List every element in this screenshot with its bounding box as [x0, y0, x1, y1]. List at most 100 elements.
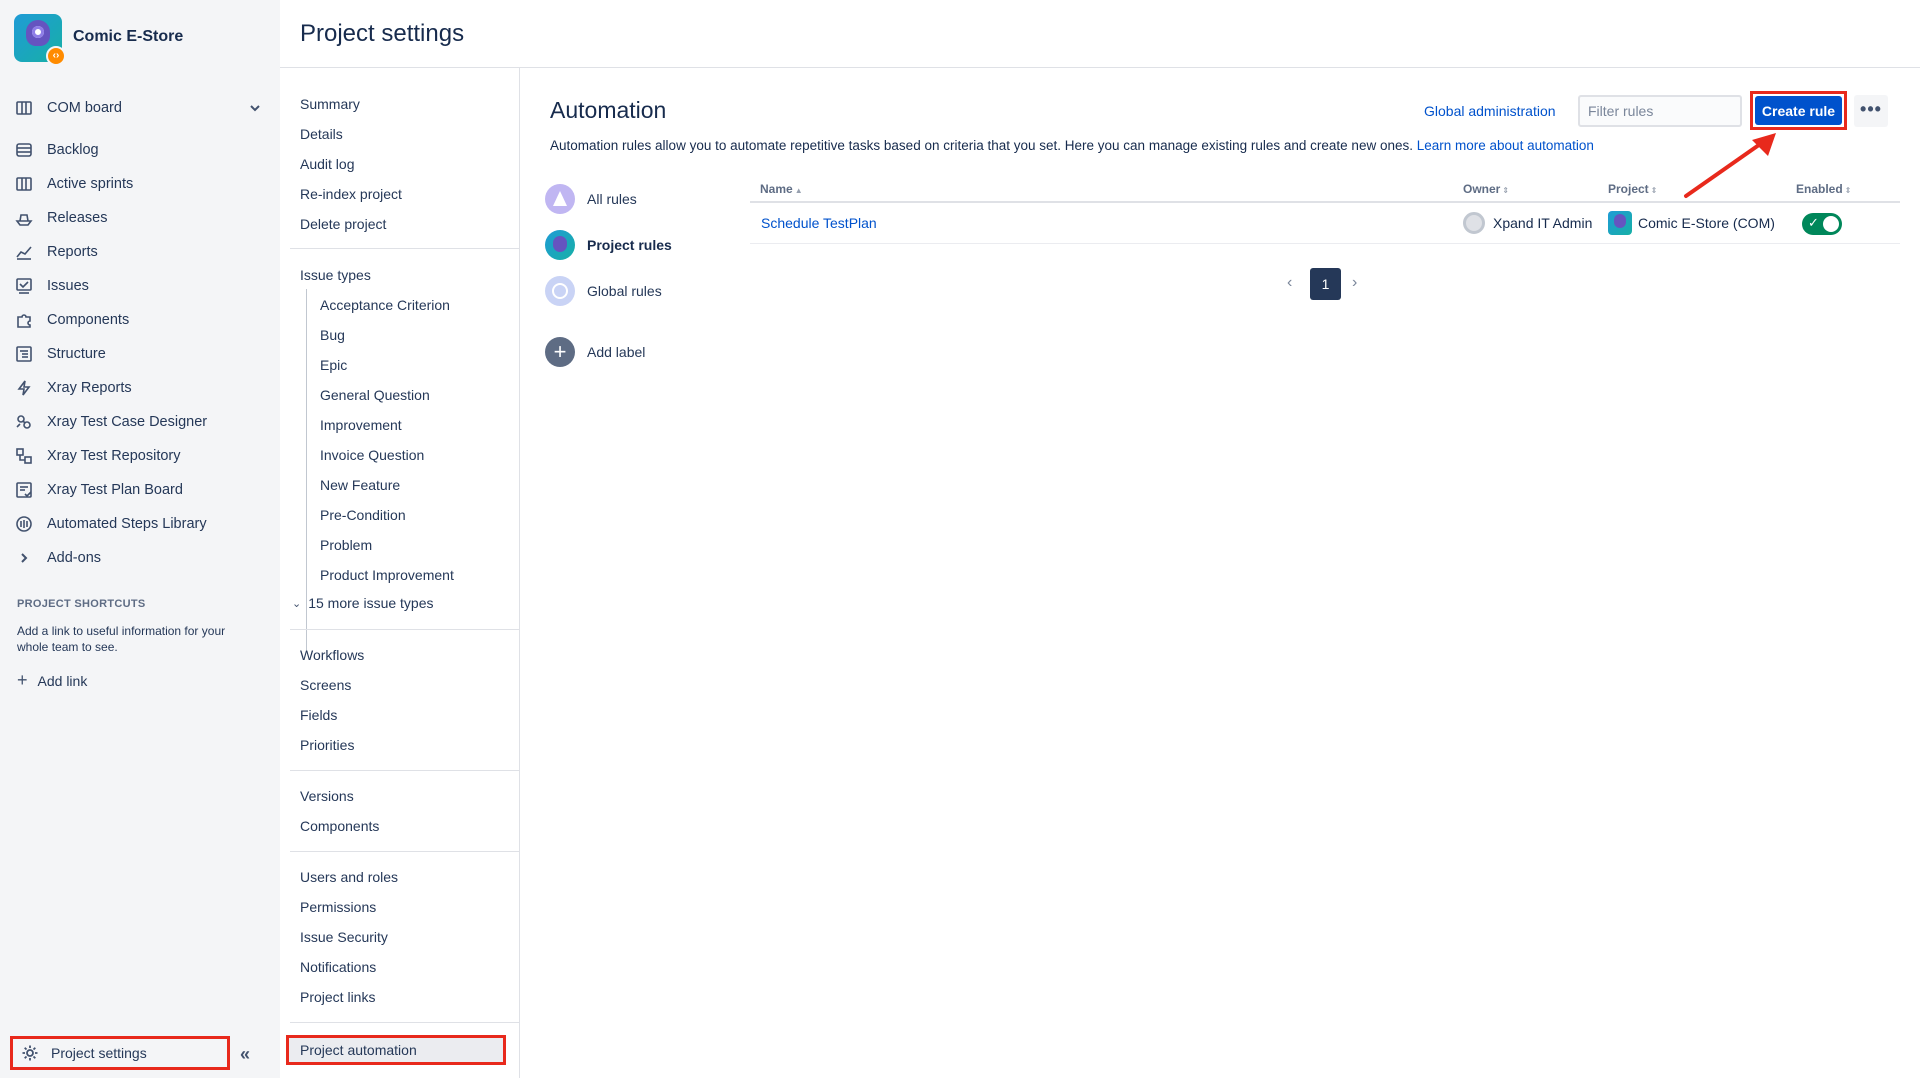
sidebar-item-xray-test-case-designer[interactable]: Xray Test Case Designer — [14, 408, 207, 436]
nav-issue-type[interactable]: Bug — [320, 325, 345, 345]
table-row-divider — [750, 243, 1900, 244]
project-settings-label: Project settings — [51, 1045, 147, 1061]
chart-icon — [14, 242, 34, 262]
nav-screens[interactable]: Screens — [300, 675, 351, 695]
sidebar-item-board[interactable]: COM board — [14, 94, 122, 122]
nav-issue-type[interactable]: Product Improvement — [320, 565, 454, 585]
nav-versions[interactable]: Versions — [300, 786, 354, 806]
nav-delete-project[interactable]: Delete project — [300, 214, 386, 234]
add-link-button[interactable]: + Add link — [17, 670, 87, 691]
sort-icon: ⇕ — [1650, 186, 1658, 195]
nav-notifications[interactable]: Notifications — [300, 957, 376, 977]
column-header-project[interactable]: Project ⇕ — [1608, 182, 1657, 196]
nav-users-and-roles[interactable]: Users and roles — [300, 867, 398, 887]
sidebar-item-issues[interactable]: Issues — [14, 272, 89, 300]
column-header-enabled[interactable]: Enabled ⇕ — [1796, 182, 1851, 196]
sidebar-item-backlog[interactable]: Backlog — [14, 136, 99, 164]
prev-page-icon[interactable]: ‹ — [1287, 274, 1292, 292]
nav-issue-type[interactable]: Epic — [320, 355, 347, 375]
nav-permissions[interactable]: Permissions — [300, 897, 376, 917]
board-icon — [14, 174, 34, 194]
automation-description-text: Automation rules allow you to automate r… — [550, 138, 1413, 153]
rule-nav-global-rules[interactable]: Global rules — [545, 275, 662, 307]
rule-project: Comic E-Store (COM) — [1608, 211, 1775, 235]
filter-rules-input[interactable] — [1578, 95, 1742, 127]
header-divider — [280, 67, 1920, 68]
chevron-down-icon: ⌄ — [292, 597, 302, 610]
sidebar-item-label: Backlog — [47, 142, 99, 158]
nav-reindex-project[interactable]: Re-index project — [300, 184, 402, 204]
nav-project-automation[interactable]: Project automation — [286, 1035, 506, 1065]
sidebar-item-components[interactable]: Components — [14, 306, 129, 334]
library-icon — [14, 514, 34, 534]
rule-nav-label: Add label — [587, 344, 646, 360]
nav-issue-types[interactable]: Issue types — [300, 265, 371, 285]
more-issue-types-label: 15 more issue types — [308, 595, 434, 611]
sidebar-item-xray-test-repository[interactable]: Xray Test Repository — [14, 442, 181, 470]
sidebar-item-label: Xray Test Plan Board — [47, 482, 183, 498]
rule-nav-project-rules[interactable]: Project rules — [545, 229, 672, 261]
shortcuts-heading: PROJECT SHORTCUTS — [17, 598, 146, 610]
sidebar-item-label: Xray Reports — [47, 380, 132, 396]
enabled-toggle[interactable]: ✓ — [1802, 213, 1842, 235]
sidebar-item-releases[interactable]: Releases — [14, 204, 107, 232]
rule-name-link[interactable]: Schedule TestPlan — [761, 215, 877, 231]
plan-board-icon — [14, 480, 34, 500]
sidebar-item-active-sprints[interactable]: Active sprints — [14, 170, 133, 198]
more-issue-types-toggle[interactable]: ⌄ 15 more issue types — [292, 595, 434, 611]
sidebar-item-structure[interactable]: Structure — [14, 340, 106, 368]
sidebar-board-label: COM board — [47, 100, 122, 116]
sidebar-item-label: Reports — [47, 244, 98, 260]
sidebar-item-automated-steps-library[interactable]: Automated Steps Library — [14, 510, 207, 538]
column-header-owner[interactable]: Owner ⇕ — [1463, 182, 1509, 196]
nav-issue-type[interactable]: General Question — [320, 385, 430, 405]
sidebar-item-label: Active sprints — [47, 176, 134, 192]
sidebar-item-reports[interactable]: Reports — [14, 238, 98, 266]
nav-issue-type[interactable]: Pre-Condition — [320, 505, 406, 525]
column-header-label: Name — [760, 182, 793, 196]
next-page-icon[interactable]: › — [1352, 274, 1357, 292]
puzzle-icon — [14, 310, 34, 330]
project-name[interactable]: Comic E-Store — [73, 28, 183, 46]
nav-components[interactable]: Components — [300, 816, 379, 836]
nav-workflows[interactable]: Workflows — [300, 645, 364, 665]
project-name: Comic E-Store (COM) — [1638, 215, 1775, 231]
nav-issue-type[interactable]: Problem — [320, 535, 372, 555]
global-administration-link[interactable]: Global administration — [1424, 103, 1556, 119]
rule-nav-all-rules[interactable]: All rules — [545, 183, 637, 215]
nav-fields[interactable]: Fields — [300, 705, 337, 725]
more-actions-button[interactable]: ••• — [1854, 95, 1888, 127]
nav-issue-type[interactable]: Improvement — [320, 415, 402, 435]
learn-more-link[interactable]: Learn more about automation — [1417, 138, 1594, 153]
nav-audit-log[interactable]: Audit log — [300, 154, 354, 174]
nav-details[interactable]: Details — [300, 124, 343, 144]
nav-issue-type[interactable]: Acceptance Criterion — [320, 295, 450, 315]
column-header-label: Enabled — [1796, 182, 1843, 196]
sidebar-item-label: Releases — [47, 210, 108, 226]
collapse-sidebar-icon[interactable]: « — [240, 1044, 250, 1065]
column-header-name[interactable]: Name ▲ — [760, 182, 803, 196]
sidebar-item-xray-test-plan-board[interactable]: Xray Test Plan Board — [14, 476, 183, 504]
all-rules-icon — [545, 184, 575, 214]
sidebar-item-project-settings[interactable]: Project settings — [10, 1036, 230, 1070]
globe-icon — [545, 276, 575, 306]
nav-issue-type[interactable]: New Feature — [320, 475, 400, 495]
nav-project-links[interactable]: Project links — [300, 987, 375, 1007]
avatar — [1463, 212, 1485, 234]
page-title: Project settings — [300, 20, 465, 47]
page-number-current[interactable]: 1 — [1310, 268, 1341, 300]
nav-summary[interactable]: Summary — [300, 94, 360, 114]
nav-issue-type[interactable]: Invoice Question — [320, 445, 424, 465]
add-link-label: Add link — [37, 672, 88, 689]
nav-priorities[interactable]: Priorities — [300, 735, 354, 755]
bolt-icon — [14, 378, 34, 398]
sidebar-item-xray-reports[interactable]: Xray Reports — [14, 374, 132, 402]
create-rule-button[interactable]: Create rule — [1755, 96, 1842, 125]
nav-issue-security[interactable]: Issue Security — [300, 927, 388, 947]
chevron-down-icon[interactable] — [248, 101, 262, 115]
rule-nav-add-label[interactable]: + Add label — [545, 336, 645, 368]
project-avatar[interactable]: ‹› — [14, 14, 66, 66]
sidebar-item-add-ons[interactable]: Add-ons — [14, 544, 101, 572]
sidebar-item-label: Automated Steps Library — [47, 516, 207, 532]
sidebar-item-label: Xray Test Repository — [47, 448, 181, 464]
